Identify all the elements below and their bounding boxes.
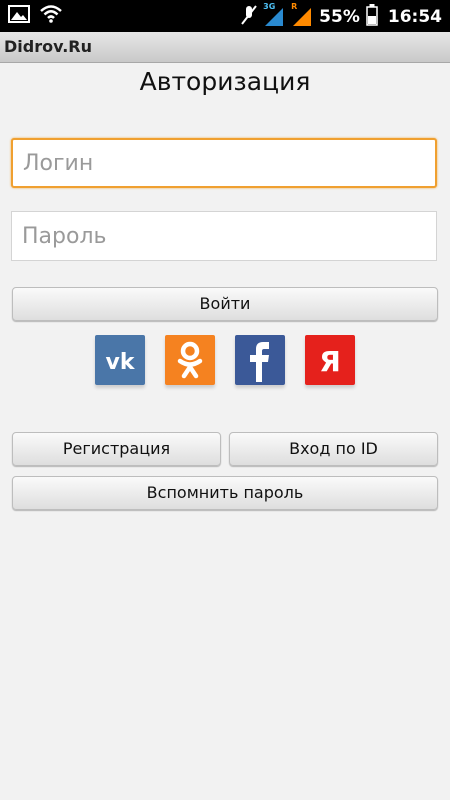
clock: 16:54 (387, 7, 442, 27)
recover-password-button[interactable]: Вспомнить пароль (12, 476, 438, 510)
status-bar: 3G R 55% 16:54 (0, 0, 450, 32)
app-title: Didrov.Ru (4, 37, 93, 56)
login-button[interactable]: Войти (12, 287, 438, 321)
image-icon (8, 5, 30, 27)
page-title: Авторизация (139, 67, 311, 96)
password-field[interactable] (11, 211, 437, 261)
svg-text:Я: Я (319, 345, 341, 378)
battery-percent: 55% (319, 7, 360, 27)
login-field[interactable] (11, 138, 437, 188)
facebook-icon[interactable] (235, 335, 285, 385)
mute-icon (241, 4, 257, 30)
svg-text:vk: vk (106, 350, 136, 372)
id-login-button[interactable]: Вход по ID (229, 432, 438, 466)
wifi-icon (40, 5, 62, 27)
odnoklassniki-icon[interactable] (165, 335, 215, 385)
signal-icon: 3G (263, 2, 285, 28)
yandex-icon[interactable]: Я (305, 335, 355, 385)
register-button[interactable]: Регистрация (12, 432, 221, 466)
roaming-signal-icon: R (291, 2, 313, 28)
vk-icon[interactable]: vk (95, 335, 145, 385)
app-title-bar: Didrov.Ru (0, 32, 450, 63)
battery-icon (366, 4, 378, 30)
